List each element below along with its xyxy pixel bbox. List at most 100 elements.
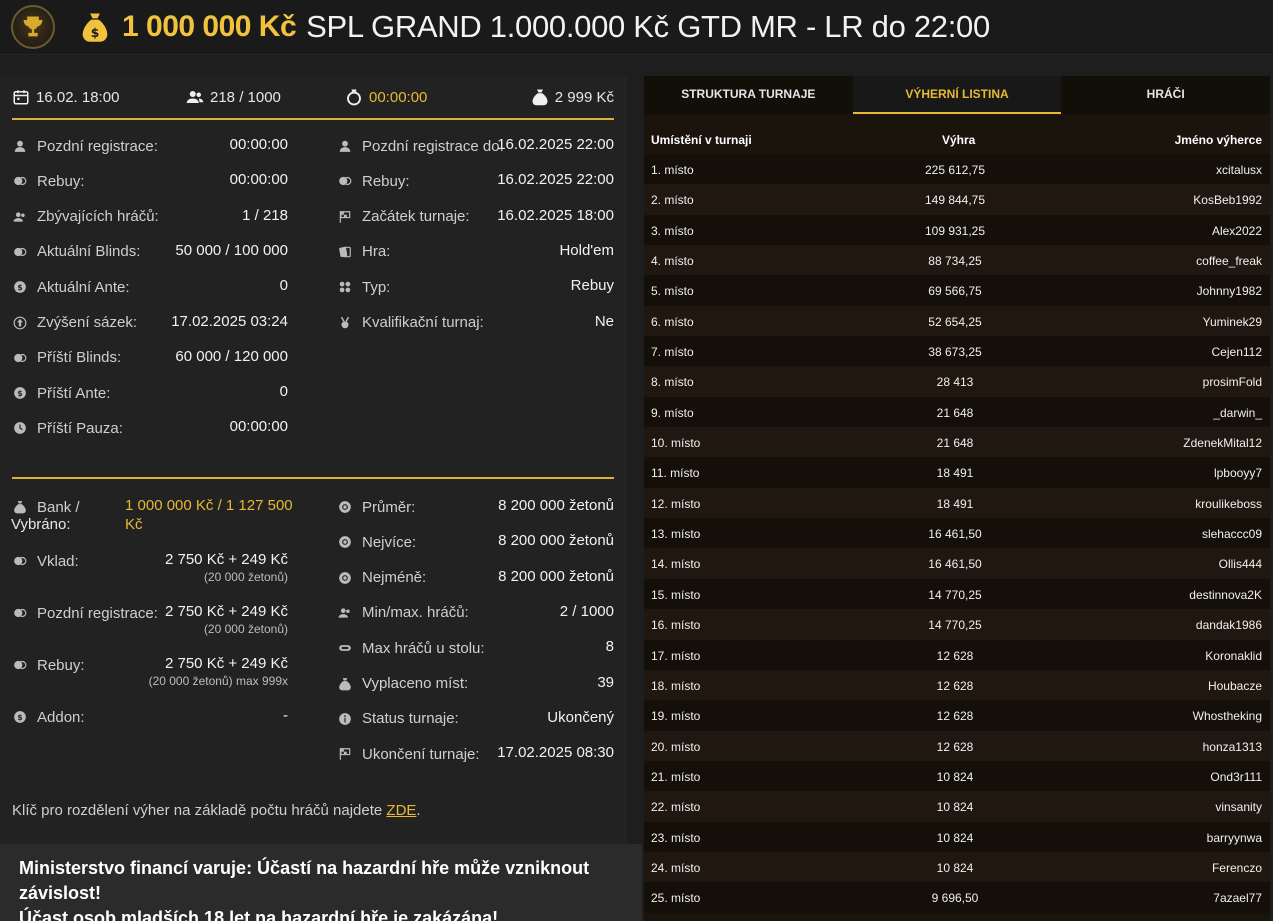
header-bar: $ 1 000 000 Kč SPL GRAND 1.000.000 Kč GT… — [0, 0, 1273, 55]
prize-cell: 149 844,75 — [924, 193, 986, 208]
place-cell: 11. místo — [651, 466, 700, 481]
money-bag-icon: $ — [82, 13, 108, 42]
deposit-row: Vklad: — [12, 551, 79, 571]
info-value: 50 000 / 100 000 — [175, 241, 288, 259]
prize-cell: 69 566,75 — [928, 284, 982, 299]
prize-cell: 21 648 — [936, 405, 974, 420]
info-row: $ Příští Ante: — [12, 383, 110, 403]
coins-icon — [12, 173, 28, 189]
place-cell: 20. místo — [651, 739, 701, 754]
table-row: 38 673,25 7. místo Cejen112 — [644, 336, 1270, 367]
late-reg-value: 2 750 Kč + 249 Kč — [164, 603, 288, 620]
winner-cell: coffee_freak — [1196, 254, 1262, 269]
user-icon — [337, 138, 353, 154]
place-cell: 21. místo — [651, 769, 701, 784]
results-panel: STRUKTURA TURNAJE VÝHERNÍ LISTINA HRÁČI … — [644, 76, 1271, 921]
summary-timer: 00:00:00 — [345, 88, 427, 106]
clubs-icon — [337, 279, 353, 295]
tab-players[interactable]: HRÁČI — [1061, 76, 1271, 114]
winner-cell: _darwin_ — [1213, 405, 1262, 420]
info-row: Pozdní registrace do: — [337, 136, 504, 156]
info-row: Min/max. hráčů: — [337, 603, 469, 623]
coins-icon — [12, 605, 28, 621]
info-row: Vyplaceno míst: — [337, 674, 468, 694]
prize-cell: 10 824 — [936, 769, 974, 784]
prize-cell: 21 648 — [936, 436, 974, 451]
winner-cell: Ferenczo — [1211, 860, 1262, 875]
prize-cell: 18 491 — [936, 496, 974, 511]
info-label: Zvýšení sázek: — [37, 314, 138, 331]
tab-structure[interactable]: STRUKTURA TURNAJE — [644, 76, 853, 114]
prize-cell: 10 824 — [936, 800, 974, 815]
info-label: Status turnaje: — [362, 710, 459, 728]
info-row: Typ: — [337, 277, 390, 297]
table-icon — [337, 640, 353, 656]
table-row: 12 628 20. místo honza1313 — [644, 730, 1270, 761]
info-row: Příští Blinds: — [12, 348, 121, 368]
info-value: 00:00:00 — [229, 171, 288, 189]
info-row: Rebuy: — [12, 171, 85, 191]
calendar-icon — [13, 90, 29, 105]
tournament-info-panel: 16.02. 18:00 218 / 1000 00:00:00 2 999 K… — [0, 76, 627, 844]
info-value: 8 200 000 žetonů — [498, 532, 614, 550]
place-cell: 7. místo — [651, 345, 694, 360]
tab-bar: STRUKTURA TURNAJE VÝHERNÍ LISTINA HRÁČI — [644, 76, 1271, 114]
table-row: 225 612,75 1. místo xcitalusx — [644, 154, 1270, 185]
place-cell: 24. místo — [651, 860, 701, 875]
info-label: Kvalifikační turnaj: — [362, 314, 484, 331]
tab-payout-list[interactable]: VÝHERNÍ LISTINA — [852, 76, 1062, 114]
info-label: Nejméně: — [362, 569, 427, 587]
winner-cell: lpbooyy7 — [1213, 466, 1262, 481]
prize-cell: 12 628 — [936, 739, 974, 754]
table-row: 28 413 8. místo prosimFold — [644, 366, 1270, 397]
rebuy-row: Rebuy: — [12, 655, 85, 675]
arrow-up-icon — [12, 315, 28, 331]
table-row: 21 648 9. místo _darwin_ — [644, 396, 1270, 428]
place-cell: 18. místo — [651, 678, 701, 693]
table-row: 12 628 17. místo Koronaklid — [644, 639, 1270, 670]
rebuy-value: 2 750 Kč + 249 Kč — [164, 655, 288, 672]
winner-cell: Houbacze — [1207, 678, 1262, 693]
table-row: 21 648 10. místo ZdenekMital12 — [644, 427, 1270, 458]
prize-cell: 28 413 — [936, 375, 974, 390]
winner-cell: honza1313 — [1202, 739, 1262, 754]
header-winner: Jméno výherce — [1174, 133, 1262, 147]
winner-cell: 7azael77 — [1213, 891, 1262, 906]
coins-icon — [12, 350, 28, 366]
info-value: Ukončený — [547, 708, 614, 726]
deposit-sub: (20 000 žetonů) — [203, 570, 288, 584]
payout-key-link[interactable]: ZDE — [386, 802, 416, 819]
prize-cell: 12 628 — [936, 709, 974, 724]
info-label: Nejvíce: — [362, 533, 417, 551]
place-cell: 19. místo — [651, 709, 701, 724]
money-bag-icon — [12, 499, 28, 515]
summary-date: 16.02. 18:00 — [12, 88, 119, 106]
prize-cell: 14 770,25 — [928, 587, 982, 602]
info-row: Hra: — [337, 242, 390, 262]
info-value: 00:00:00 — [229, 136, 288, 153]
prize-cell: 10 824 — [936, 860, 974, 875]
prize-cell: 52 654,25 — [928, 314, 982, 329]
late-reg-sub: (20 000 žetonů) — [203, 622, 288, 636]
info-label: Rebuy: — [362, 172, 410, 190]
place-cell: 15. místo — [651, 587, 701, 602]
payout-note: Klíč pro rozdělení výher na základě počt… — [12, 802, 421, 819]
place-cell: 4. místo — [651, 254, 694, 269]
winner-cell: kroulikeboss — [1195, 496, 1262, 511]
prize-cell: 225 612,75 — [924, 163, 986, 177]
info-row: Nejméně: — [337, 568, 426, 588]
users-icon — [12, 209, 28, 225]
winner-cell: Yuminek29 — [1202, 314, 1262, 329]
place-cell: 1. místo — [651, 163, 694, 177]
info-icon — [337, 711, 353, 727]
place-cell: 9. místo — [651, 405, 694, 420]
prize-cell: 9 696,50 — [931, 891, 979, 906]
info-row: Aktuální Blinds: — [12, 242, 140, 262]
cards-icon — [337, 244, 353, 260]
info-label: Ukončení turnaje: — [362, 745, 480, 763]
summary-bar: 16.02. 18:00 218 / 1000 00:00:00 2 999 K… — [12, 76, 614, 120]
bank-value-2: Kč — [125, 516, 143, 533]
place-cell: 10. místo — [651, 436, 701, 451]
info-row: Příští Pauza: — [12, 418, 123, 438]
place-cell: 13. místo — [651, 527, 701, 542]
